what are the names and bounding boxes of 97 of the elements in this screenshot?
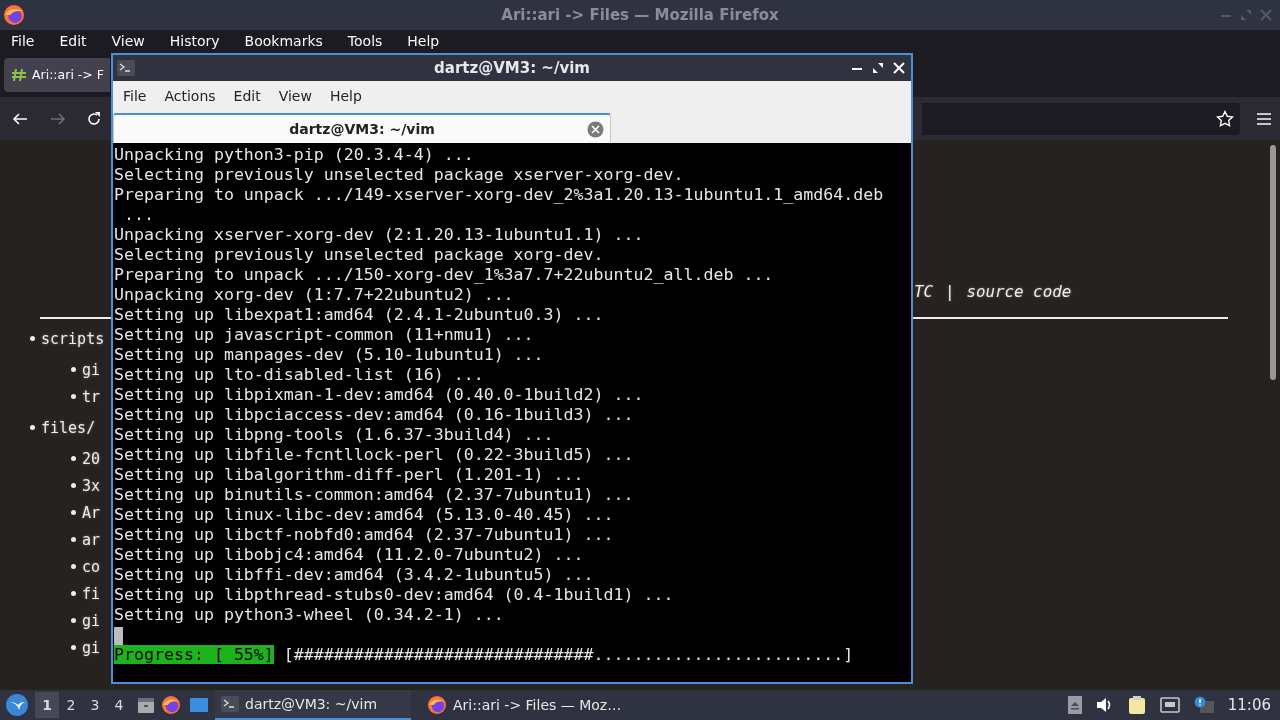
terminal-line: Setting up libpixman-1-dev:amd64 (0.40.0-1build2) ... bbox=[114, 385, 645, 405]
terminal-line: Setting up libpng-tools (1.6.37-3build4) ... bbox=[114, 425, 555, 445]
list-link[interactable]: tr bbox=[82, 387, 101, 406]
maximize-icon[interactable] bbox=[872, 62, 884, 74]
source-code-link[interactable]: source code bbox=[966, 282, 1072, 301]
window-title: Ari::ari -> Files — Mozilla Firefox bbox=[501, 6, 779, 24]
file-cabinet-icon[interactable] bbox=[136, 695, 156, 715]
terminal-line: Setting up libfile-fcntllock-perl (0.22-3build5) ... bbox=[114, 445, 635, 465]
bullet bbox=[71, 367, 76, 372]
terminal-line: Selecting previously unselected package xserver-xorg-dev. bbox=[114, 165, 685, 185]
bullet bbox=[71, 510, 76, 515]
menu-item[interactable]: Edit bbox=[51, 33, 95, 49]
terminal-line: Setting up libexpat1:amd64 (2.4.1-2ubuntu0.3) ... bbox=[114, 305, 605, 325]
workspace-button[interactable]: 4 bbox=[107, 692, 131, 718]
terminal-line: Setting up javascript-common (11+nmu1) ... bbox=[114, 325, 535, 345]
bullet bbox=[71, 564, 76, 569]
separator: | bbox=[945, 282, 955, 301]
terminal-line: Setting up libffi-dev:amd64 (3.4.2-1ubuntu5) ... bbox=[114, 565, 595, 585]
workspace-button[interactable]: 3 bbox=[83, 692, 107, 718]
firefox-icon bbox=[427, 695, 447, 715]
terminal-line: Setting up linux-libc-dev:amd64 (5.13.0-40.45) ... bbox=[114, 505, 615, 525]
terminal-line: Preparing to unpack .../149-xserver-xorg-dev_2%3a1.20.13-1ubuntu1.1_amd64.deb bbox=[114, 185, 885, 205]
terminal-line: Setting up libctf-nobfd0:amd64 (2.37-7ubuntu1) ... bbox=[114, 525, 615, 545]
list-link[interactable]: gi bbox=[82, 638, 101, 657]
progress-label: Progress: [ 55%] bbox=[114, 645, 274, 664]
terminal-line: Unpacking xorg-dev (1:7.7+22ubuntu2) ... bbox=[114, 285, 515, 305]
firefox-icon[interactable] bbox=[161, 695, 181, 715]
firefox-logo-icon bbox=[3, 4, 25, 26]
terminal-line: Setting up libobjc4:amd64 (11.2.0-7ubuntu2) ... bbox=[114, 545, 585, 565]
bullet bbox=[30, 336, 35, 341]
bullet bbox=[71, 456, 76, 461]
list-link[interactable]: gi bbox=[82, 611, 101, 630]
clock: 11:06 bbox=[1227, 696, 1271, 714]
forward-icon[interactable] bbox=[50, 110, 66, 127]
menu-item[interactable]: View bbox=[103, 33, 153, 49]
terminal-line: Selecting previously unselected package xorg-dev. bbox=[114, 245, 605, 265]
menu-item[interactable]: Tools bbox=[339, 33, 391, 49]
menu-item[interactable]: History bbox=[161, 33, 228, 49]
terminal-line: Setting up python3-wheel (0.34.2-1) ... bbox=[114, 605, 505, 625]
terminal-line: Setting up libpthread-stubs0-dev:amd64 (0.4-1build1) ... bbox=[114, 585, 675, 605]
header-text: TC bbox=[914, 282, 934, 301]
menu-item[interactable]: Bookmarks bbox=[236, 33, 331, 49]
workspace-button[interactable]: 1 bbox=[35, 692, 59, 718]
notification-icon[interactable] bbox=[1193, 696, 1214, 714]
bullet bbox=[71, 483, 76, 488]
terminal-line: ... bbox=[123, 205, 155, 225]
eject-icon[interactable] bbox=[1067, 696, 1082, 714]
network-icon[interactable] bbox=[1159, 697, 1180, 713]
menu-item[interactable]: Help bbox=[399, 33, 448, 49]
clipboard-icon[interactable] bbox=[1127, 695, 1146, 715]
address-field[interactable] bbox=[922, 102, 1240, 135]
terminal-line: Setting up lto-disabled-list (16) ... bbox=[114, 365, 485, 385]
terminal-line: Setting up manpages-dev (5.10-1ubuntu1) ... bbox=[114, 345, 545, 365]
list-link[interactable]: files/ bbox=[41, 418, 96, 437]
progress-bar-text: [##############################.........................] bbox=[283, 645, 854, 664]
terminal-line: Setting up libpciaccess-dev:amd64 (0.16-1build3) ... bbox=[114, 405, 635, 425]
terminal-line: Unpacking xserver-xorg-dev (2:1.20.13-1ubuntu1.1) ... bbox=[114, 225, 645, 245]
menu-item[interactable]: Edit bbox=[225, 88, 269, 104]
terminal-line: Unpacking python3-pip (20.3.4-4) ... bbox=[114, 145, 475, 165]
list-link[interactable]: co bbox=[82, 557, 101, 576]
list-link[interactable]: 3x bbox=[82, 476, 101, 495]
menu-item[interactable]: View bbox=[270, 88, 320, 104]
window-title: dartz@VM3: ~/vim bbox=[434, 59, 590, 77]
bullet bbox=[71, 591, 76, 596]
browser-tab[interactable]: Ari::ari -> F bbox=[4, 57, 110, 92]
list-link[interactable]: ar bbox=[82, 530, 101, 549]
hash-icon bbox=[11, 66, 27, 83]
list-link[interactable]: fi bbox=[82, 584, 101, 603]
workspace-button[interactable]: 2 bbox=[59, 692, 83, 718]
star-icon[interactable] bbox=[1216, 109, 1234, 128]
menu-icon[interactable] bbox=[1256, 110, 1272, 127]
bullet bbox=[71, 618, 76, 623]
taskbar-task[interactable]: dartz@VM3: ~/vim bbox=[215, 690, 411, 720]
menu-item[interactable]: Actions bbox=[156, 88, 224, 104]
menu-item[interactable]: Help bbox=[321, 88, 370, 104]
terminal-icon bbox=[221, 696, 239, 712]
reload-icon[interactable] bbox=[86, 110, 102, 127]
cursor bbox=[114, 626, 123, 645]
list-link[interactable]: Ar bbox=[82, 503, 101, 522]
scrollbar[interactable] bbox=[1270, 145, 1276, 380]
menu-item[interactable]: File bbox=[115, 88, 155, 104]
terminal-line: Setting up libalgorithm-diff-perl (1.201-1) ... bbox=[114, 465, 585, 485]
terminal-line: Preparing to unpack .../150-xorg-dev_1%3a7.7+22ubuntu2_all.deb ... bbox=[114, 265, 775, 285]
start-menu-icon[interactable] bbox=[5, 693, 29, 717]
bullet bbox=[71, 645, 76, 650]
bullet bbox=[30, 425, 35, 430]
desktop-icon[interactable] bbox=[189, 696, 209, 714]
back-icon[interactable] bbox=[12, 110, 28, 127]
menu-item[interactable]: File bbox=[3, 33, 43, 49]
list-link[interactable]: gi bbox=[82, 360, 101, 379]
list-link[interactable]: 20 bbox=[82, 449, 101, 468]
terminal-tab[interactable]: dartz@VM3: ~/vim bbox=[113, 113, 611, 143]
bullet bbox=[71, 394, 76, 399]
terminal-line: Setting up binutils-common:amd64 (2.37-7ubuntu1) ... bbox=[114, 485, 635, 505]
list-link[interactable]: scripts bbox=[41, 329, 105, 348]
terminal-icon bbox=[117, 60, 135, 76]
bullet bbox=[71, 537, 76, 542]
